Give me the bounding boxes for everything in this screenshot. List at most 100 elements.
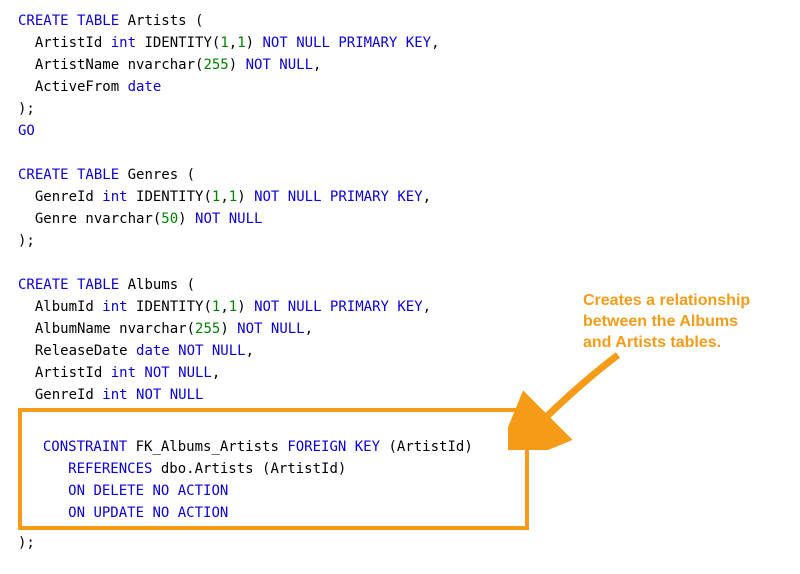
code-text: IDENTITY(	[128, 299, 212, 315]
code-text: ReleaseDate	[18, 343, 136, 359]
code-text: )	[246, 35, 263, 51]
code-line: Genre nvarchar(50) NOT NULL	[18, 208, 800, 230]
code-line: );	[18, 98, 800, 120]
code-text	[26, 505, 68, 521]
keyword: NOT NULL	[237, 321, 304, 337]
code-text: ,	[313, 57, 321, 73]
highlight-box: CONSTRAINT FK_Albums_Artists FOREIGN KEY…	[18, 408, 529, 530]
number: 1	[229, 189, 237, 205]
code-text	[26, 417, 34, 433]
keyword: CREATE TABLE	[18, 13, 119, 29]
number: 1	[229, 299, 237, 315]
code-text: ,	[423, 189, 431, 205]
keyword: NOT NULL	[195, 211, 262, 227]
code-line: ArtistId int IDENTITY(1,1) NOT NULL PRIM…	[18, 32, 800, 54]
code-line: CREATE TABLE Genres (	[18, 164, 800, 186]
code-text: GenreId	[18, 189, 102, 205]
keyword: CREATE TABLE	[18, 277, 119, 293]
code-line: ArtistId int NOT NULL,	[18, 362, 800, 384]
code-line: REFERENCES dbo.Artists (ArtistId)	[26, 458, 521, 480]
code-text: )	[229, 57, 246, 73]
code-text: ,	[423, 299, 431, 315]
number: 1	[220, 35, 228, 51]
code-text: dbo.Artists (ArtistId)	[152, 461, 346, 477]
code-document: CREATE TABLE Artists ( ArtistId int IDEN…	[18, 10, 800, 554]
keyword: NOT NULL PRIMARY KEY	[262, 35, 431, 51]
keyword: date NOT NULL	[136, 343, 246, 359]
keyword: int NOT NULL	[111, 365, 212, 381]
code-text: Artists (	[119, 13, 203, 29]
code-text	[26, 461, 68, 477]
code-text: IDENTITY(	[136, 35, 220, 51]
code-text: Albums (	[119, 277, 195, 293]
annotation-line: Creates a relationship	[583, 290, 750, 311]
code-text: ,	[305, 321, 313, 337]
keyword: NOT NULL	[246, 57, 313, 73]
code-text: ,	[212, 365, 220, 381]
code-line: GenreId int IDENTITY(1,1) NOT NULL PRIMA…	[18, 186, 800, 208]
code-text	[26, 483, 68, 499]
code-text: );	[18, 101, 35, 117]
code-text: ,	[229, 35, 237, 51]
code-text	[18, 145, 26, 161]
code-line: CREATE TABLE Artists (	[18, 10, 800, 32]
blank-line	[18, 142, 800, 164]
code-text: ArtistName nvarchar(	[18, 57, 203, 73]
number: 255	[203, 57, 228, 73]
code-line: ON DELETE NO ACTION	[26, 480, 521, 502]
annotation-line: between the Albums	[583, 311, 750, 332]
code-text: )	[237, 299, 254, 315]
code-text: ,	[220, 189, 228, 205]
blank-line	[18, 252, 800, 274]
code-text: ,	[431, 35, 439, 51]
code-text	[18, 255, 26, 271]
type: date	[128, 79, 162, 95]
code-text: ActiveFrom	[18, 79, 128, 95]
code-text: FK_Albums_Artists	[127, 439, 287, 455]
code-text: )	[237, 189, 254, 205]
code-text: (ArtistId)	[380, 439, 473, 455]
number: 255	[195, 321, 220, 337]
keyword: NOT NULL PRIMARY KEY	[254, 189, 423, 205]
type: int	[102, 299, 127, 315]
code-text: )	[220, 321, 237, 337]
keyword: CONSTRAINT	[43, 439, 127, 455]
keyword: NOT NULL PRIMARY KEY	[254, 299, 423, 315]
code-line: ActiveFrom date	[18, 76, 800, 98]
code-text: AlbumId	[18, 299, 102, 315]
code-text: ArtistId	[18, 365, 111, 381]
keyword: GO	[18, 123, 35, 139]
code-text: );	[18, 233, 35, 249]
code-line: );	[18, 532, 800, 554]
number: 1	[237, 35, 245, 51]
keyword: int NOT NULL	[102, 387, 203, 403]
code-text: ArtistId	[18, 35, 111, 51]
keyword: ON UPDATE NO ACTION	[68, 505, 228, 521]
code-text: )	[178, 211, 195, 227]
code-line: CONSTRAINT FK_Albums_Artists FOREIGN KEY…	[26, 436, 521, 458]
blank-line	[26, 414, 521, 436]
code-line: ON UPDATE NO ACTION	[26, 502, 521, 524]
keyword: FOREIGN KEY	[287, 439, 380, 455]
code-text: Genre nvarchar(	[18, 211, 161, 227]
code-text: ,	[220, 299, 228, 315]
code-text: GenreId	[18, 387, 102, 403]
number: 50	[161, 211, 178, 227]
annotation-text: Creates a relationship between the Album…	[583, 290, 750, 353]
code-line: ArtistName nvarchar(255) NOT NULL,	[18, 54, 800, 76]
type: int	[102, 189, 127, 205]
code-line: GenreId int NOT NULL	[18, 384, 800, 406]
code-text: Genres (	[119, 167, 195, 183]
code-text: );	[18, 535, 35, 551]
annotation-line: and Artists tables.	[583, 332, 750, 353]
code-line: );	[18, 230, 800, 252]
keyword: ON DELETE NO ACTION	[68, 483, 228, 499]
type: int	[111, 35, 136, 51]
keyword: REFERENCES	[68, 461, 152, 477]
code-text: AlbumName nvarchar(	[18, 321, 195, 337]
code-text: IDENTITY(	[128, 189, 212, 205]
code-line: GO	[18, 120, 800, 142]
code-text: ,	[246, 343, 254, 359]
keyword: CREATE TABLE	[18, 167, 119, 183]
code-text	[26, 439, 43, 455]
